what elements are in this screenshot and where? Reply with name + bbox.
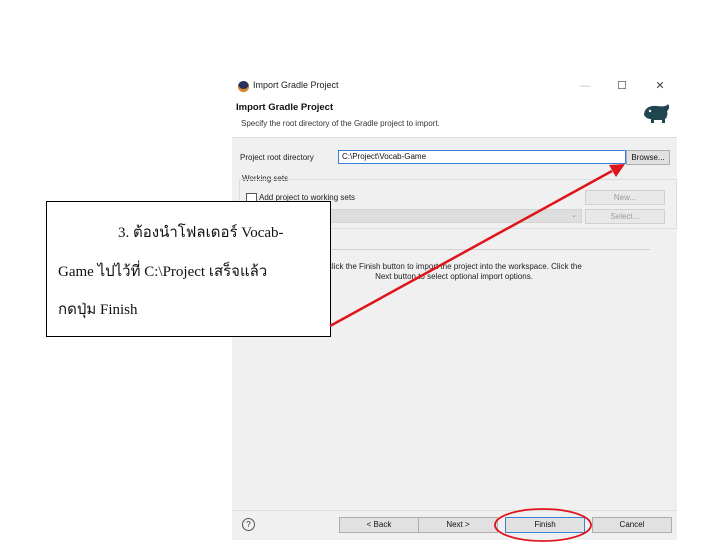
separator bbox=[332, 249, 650, 250]
title-bar: Import Gradle Project — ☐ ✕ bbox=[232, 75, 677, 97]
chevron-down-icon: ⌄ bbox=[571, 212, 577, 219]
info-text: Click the Finish button to import the pr… bbox=[326, 262, 582, 281]
root-directory-input[interactable]: C:\Project\Vocab-Game bbox=[338, 150, 626, 164]
window-title: Import Gradle Project bbox=[253, 80, 339, 90]
browse-button[interactable]: Browse... bbox=[626, 150, 670, 165]
select-working-set-button[interactable]: Select... bbox=[585, 209, 665, 224]
wizard-header: Import Gradle Project Specify the root d… bbox=[232, 97, 677, 135]
new-working-set-button[interactable]: New... bbox=[585, 190, 665, 205]
wizard-footer: ? < Back Next > Finish Cancel bbox=[232, 510, 677, 540]
gradle-elephant-icon bbox=[644, 104, 670, 123]
help-icon[interactable]: ? bbox=[242, 518, 255, 531]
maximize-button[interactable]: ☐ bbox=[612, 78, 632, 94]
root-directory-label: Project root directory bbox=[240, 153, 314, 162]
page-subtitle: Specify the root directory of the Gradle… bbox=[241, 119, 440, 128]
annotation-line-1: 3. ต้องนำโฟลเดอร์ Vocab- bbox=[118, 225, 284, 241]
cancel-button[interactable]: Cancel bbox=[592, 517, 672, 533]
page-title: Import Gradle Project bbox=[236, 102, 334, 113]
back-button[interactable]: < Back bbox=[339, 517, 419, 533]
annotation-line-3: กดปุ่ม Finish bbox=[58, 302, 138, 318]
eclipse-app-icon bbox=[238, 81, 249, 92]
finish-button[interactable]: Finish bbox=[505, 517, 585, 533]
close-button[interactable]: ✕ bbox=[650, 78, 670, 94]
minimize-button[interactable]: — bbox=[575, 78, 595, 94]
annotation-callout: 3. ต้องนำโฟลเดอร์ Vocab- Game ไปไว้ที่ C… bbox=[46, 201, 331, 337]
next-button[interactable]: Next > bbox=[418, 517, 498, 533]
annotation-line-2: Game ไปไว้ที่ C:\Project เสร็จแล้ว bbox=[58, 264, 268, 280]
